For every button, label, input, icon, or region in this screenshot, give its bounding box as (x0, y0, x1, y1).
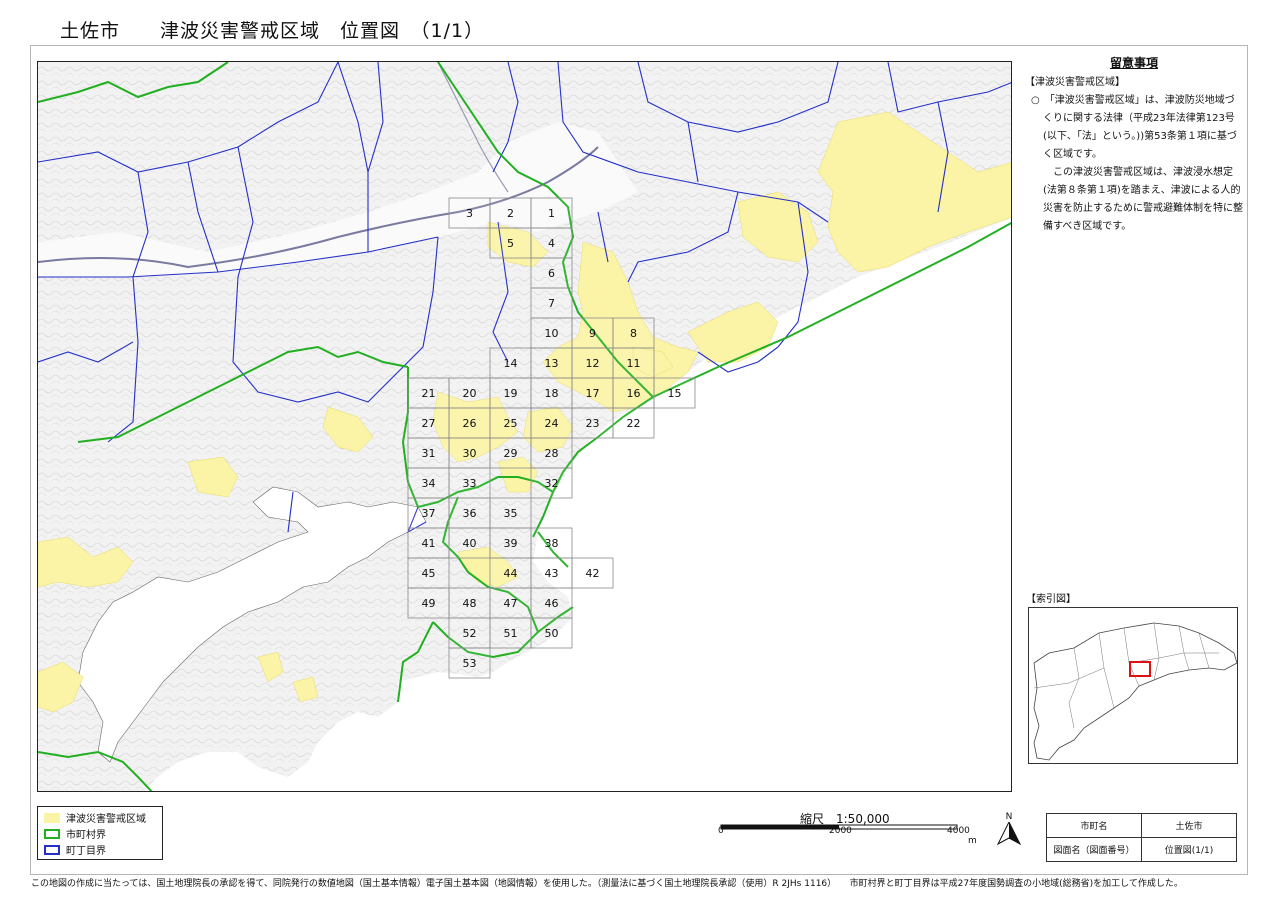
grid-sheet-number: 23 (586, 417, 600, 430)
notes-panel: 留意事項 【津波災害警戒区域】 ○ 「津波災害警戒区域」は、津波防災地域づくりに… (1025, 54, 1243, 236)
grid-sheet-number: 47 (504, 597, 518, 610)
grid-sheet-number: 17 (586, 387, 600, 400)
grid-sheet-number: 14 (504, 357, 518, 370)
drawing-name-label: 図面名（図面番号） (1046, 837, 1142, 862)
grid-sheet-number: 25 (504, 417, 518, 430)
legend-label: 津波災害警戒区域 (66, 814, 146, 825)
grid-sheet-number: 48 (463, 597, 477, 610)
grid-sheet-number: 45 (422, 567, 436, 580)
scale-unit: m (968, 836, 977, 846)
grid-sheet-number: 13 (545, 357, 559, 370)
grid-sheet-number: 50 (545, 627, 559, 640)
grid-sheet-number: 46 (545, 597, 559, 610)
city-name-value: 土佐市 (1141, 813, 1237, 838)
grid-sheet-number: 41 (422, 537, 436, 550)
grid-sheet-number: 30 (463, 447, 477, 460)
drawing-name-value: 位置図(1/1) (1141, 837, 1237, 862)
grid-sheet-number: 6 (548, 267, 555, 280)
grid-sheet-number: 34 (422, 477, 436, 490)
notes-paragraph-2: この津波災害警戒区域は、津波浸水想定(法第８条第１項)を踏まえ、津波による人的災… (1043, 167, 1243, 232)
legend-swatch-green (44, 828, 60, 839)
grid-sheet-number: 38 (545, 537, 559, 550)
legend-item-town-boundary: 町丁目界 (44, 843, 106, 857)
grid-sheet-number: 16 (627, 387, 641, 400)
grid-sheet-number: 37 (422, 507, 436, 520)
grid-sheet-number: 22 (627, 417, 641, 430)
grid-sheet-number: 12 (586, 357, 600, 370)
grid-sheet-number: 42 (586, 567, 600, 580)
sheet-info-table: 市町名 土佐市 図面名（図面番号） 位置図(1/1) (1046, 813, 1237, 862)
grid-sheet-number: 31 (422, 447, 436, 460)
grid-sheet-number: 18 (545, 387, 559, 400)
grid-sheet-number: 11 (627, 357, 641, 370)
legend-item-tsunami-zone: 津波災害警戒区域 (44, 811, 146, 825)
grid-sheet-number: 10 (545, 327, 559, 340)
grid-sheet-number: 15 (668, 387, 682, 400)
notes-heading: 留意事項 (1109, 56, 1158, 70)
grid-sheet-number: 32 (545, 477, 559, 490)
legend-label: 町丁目界 (66, 846, 106, 857)
index-map[interactable] (1028, 607, 1238, 764)
notes-paragraph-1: ○ 「津波災害警戒区域」は、津波防災地域づくりに関する法律（平成23年法律第12… (1031, 95, 1237, 160)
grid-sheet-number: 36 (463, 507, 477, 520)
grid-sheet-number: 29 (504, 447, 518, 460)
grid-sheet-number: 33 (463, 477, 477, 490)
legend: 津波災害警戒区域 市町村界 町丁目界 (37, 806, 163, 860)
grid-sheet-number: 51 (504, 627, 518, 640)
grid-sheet-number: 40 (463, 537, 477, 550)
grid-sheet-number: 1 (548, 207, 555, 220)
north-arrow: N (996, 812, 1022, 850)
grid-sheet-number: 2 (507, 207, 514, 220)
city-name-label: 市町名 (1046, 813, 1142, 838)
grid-sheet-number: 52 (463, 627, 477, 640)
grid-sheet-number: 28 (545, 447, 559, 460)
grid-sheet-number: 8 (630, 327, 637, 340)
kochi-prefecture-outline (1033, 622, 1238, 761)
scale-tick-0: 0 (718, 826, 724, 836)
grid-sheet-number: 3 (466, 207, 473, 220)
scale-tick-4000: 4000 (947, 826, 970, 836)
grid-sheet-number: 19 (504, 387, 518, 400)
grid-sheet-number: 7 (548, 297, 555, 310)
grid-sheet-number: 39 (504, 537, 518, 550)
scale-tick-2000: 2000 (829, 826, 852, 836)
index-map-canvas (1033, 622, 1238, 761)
notes-subheading: 【津波災害警戒区域】 (1025, 77, 1125, 88)
north-label: N (1005, 812, 1013, 822)
north-arrow-icon (996, 820, 1022, 846)
page-title: 土佐市 津波災害警戒区域 位置図 （1/1） (60, 20, 485, 42)
grid-sheet-number: 53 (463, 657, 477, 670)
legend-item-municipal-boundary: 市町村界 (44, 827, 106, 841)
grid-sheet-number: 44 (504, 567, 518, 580)
grid-sheet-number: 20 (463, 387, 477, 400)
grid-sheet-number: 43 (545, 567, 559, 580)
grid-sheet-number: 5 (507, 237, 514, 250)
grid-sheet-number: 21 (422, 387, 436, 400)
grid-sheet-number: 35 (504, 507, 518, 520)
grid-sheet-number: 9 (589, 327, 596, 340)
footer-note: この地図の作成に当たっては、国土地理院長の承認を得て、同院発行の数値地図（国土基… (31, 879, 1183, 889)
index-map-title: 【索引図】 (1026, 594, 1076, 605)
legend-swatch-blue (44, 844, 60, 855)
map-canvas[interactable]: 1234567891011121314151617181920212223242… (38, 62, 1012, 792)
grid-sheet-number: 24 (545, 417, 559, 430)
grid-sheet-number: 49 (422, 597, 436, 610)
legend-label: 市町村界 (66, 830, 106, 841)
grid-sheet-number: 27 (422, 417, 436, 430)
map-panel[interactable]: 1 2 3 4 5 6 7 8 9 10 11 12 13 14 15 16 17 18 19 20 21 22 23 24 2… (37, 61, 1012, 792)
grid-sheet-number: 4 (548, 237, 555, 250)
grid-sheet-number: 26 (463, 417, 477, 430)
legend-swatch-yellow (44, 812, 60, 823)
